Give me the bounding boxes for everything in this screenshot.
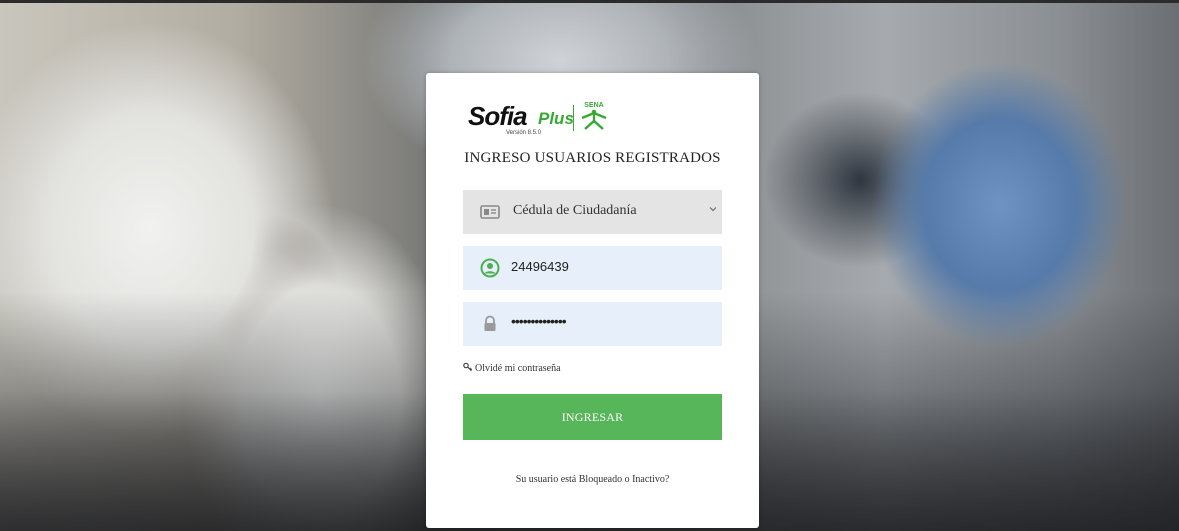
password-value: ••••••••••••••: [511, 313, 567, 329]
login-card: Sofia Plus Versión 8.5.0 SENA INGRESO US…: [426, 73, 759, 528]
top-border: [0, 0, 1179, 3]
document-type-select[interactable]: Cédula de Ciudadanía: [463, 190, 722, 234]
password-field[interactable]: ••••••••••••••: [463, 302, 722, 346]
forgot-password-link[interactable]: Olvidé mi contraseña: [463, 362, 561, 374]
chevron-down-icon: [709, 207, 717, 212]
login-button[interactable]: INGRESAR: [463, 394, 722, 440]
logo-divider: [573, 105, 574, 131]
sena-logo-icon: SENA: [581, 102, 607, 130]
user-circle-icon: [480, 258, 500, 278]
lock-icon: [484, 315, 496, 331]
id-card-icon: [480, 205, 500, 219]
version-label: Versión 8.5.0: [506, 130, 542, 136]
document-type-value: Cédula de Ciudadanía: [513, 203, 637, 218]
sofiaplus-logo: Sofia Plus Versión 8.5.0 SENA: [468, 99, 618, 139]
username-value: 24496439: [511, 259, 569, 274]
logo-suffix: Plus: [538, 109, 574, 128]
key-icon: [463, 362, 473, 372]
sena-logo-text: SENA: [584, 102, 603, 109]
login-title: INGRESO USUARIOS REGISTRADOS: [464, 150, 721, 166]
logo-word: Sofia: [468, 101, 528, 131]
blocked-user-link[interactable]: Su usuario está Bloqueado o Inactivo?: [426, 474, 759, 485]
forgot-password-label: Olvidé mi contraseña: [475, 363, 561, 374]
username-field[interactable]: 24496439: [463, 246, 722, 290]
login-page: Sofia Plus Versión 8.5.0 SENA INGRESO US…: [0, 0, 1179, 531]
